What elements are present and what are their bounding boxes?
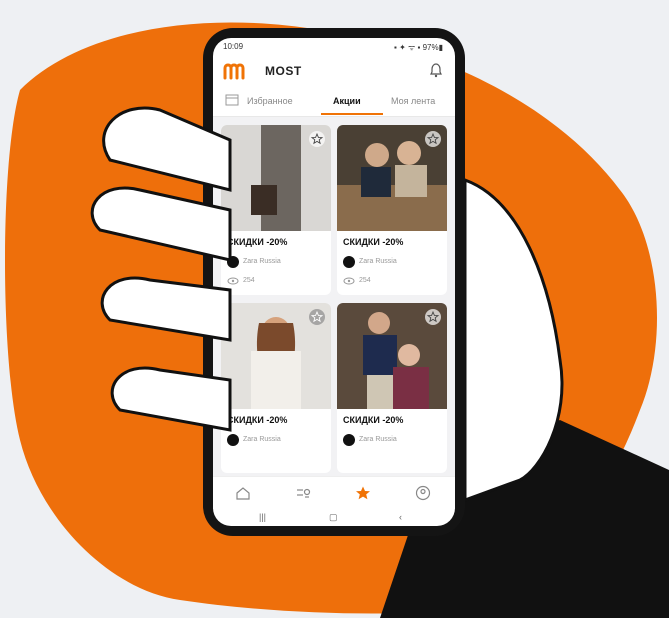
card-title: СКИДКИ -20%: [227, 237, 288, 247]
promo-card[interactable]: СКИДКИ -20% Zara Russia: [337, 303, 447, 473]
tab-my-feed[interactable]: Моя лента: [391, 96, 435, 106]
bell-icon[interactable]: [427, 61, 445, 79]
home-button[interactable]: ▢: [329, 512, 338, 523]
promo-card[interactable]: СКИДКИ -20% Zara Russia 254: [337, 125, 447, 295]
card-title: СКИДКИ -20%: [227, 415, 288, 425]
promo-card[interactable]: СКИДКИ -20% Zara Russia 254: [221, 125, 331, 295]
eye-icon: [227, 277, 239, 285]
status-time: 10:09: [223, 42, 244, 51]
brand-logo: [343, 256, 355, 268]
brand-name-label: Zara Russia: [243, 436, 281, 443]
tab-bar: Избранное Акции Моя лента: [213, 86, 455, 117]
active-tab-indicator: [321, 113, 383, 115]
favorites-tab-icon: [225, 94, 239, 106]
tab-favorites[interactable]: Избранное: [247, 96, 293, 106]
tab-promotions[interactable]: Акции: [333, 96, 361, 106]
phone-screen: 10:09 ▪ ✦ ᯤ ▪ 97%▮ MOST Избранное Акции …: [213, 38, 455, 526]
star-favorite-icon[interactable]: [425, 309, 441, 325]
profile-icon[interactable]: [415, 485, 431, 501]
back-button[interactable]: ‹: [399, 512, 402, 522]
card-title: СКИДКИ -20%: [343, 415, 404, 425]
brand-name-label: Zara Russia: [359, 436, 397, 443]
promo-card[interactable]: СКИДКИ -20% Zara Russia: [221, 303, 331, 473]
status-bar: 10:09 ▪ ✦ ᯤ ▪ 97%▮: [213, 38, 455, 54]
recents-button[interactable]: |||: [259, 512, 266, 522]
promotions-feed[interactable]: СКИДКИ -20% Zara Russia 254 СКИДКИ -20% …: [213, 117, 455, 477]
brand-name-label: Zara Russia: [359, 258, 397, 265]
brand-logo: [343, 434, 355, 446]
system-navigation: ||| ▢ ‹: [213, 510, 455, 526]
app-bar: MOST: [213, 56, 455, 86]
search-people-icon[interactable]: [295, 485, 311, 501]
star-favorite-icon[interactable]: [309, 131, 325, 147]
brand-logo: [227, 434, 239, 446]
bottom-navigation: [213, 476, 455, 509]
star-favorite-icon[interactable]: [425, 131, 441, 147]
brand-logo: [227, 256, 239, 268]
view-count: 254: [359, 277, 371, 284]
brand-name-label: Zara Russia: [243, 258, 281, 265]
star-icon[interactable]: [355, 485, 371, 501]
m-logo-icon[interactable]: [223, 62, 259, 80]
card-title: СКИДКИ -20%: [343, 237, 404, 247]
status-icons: ▪ ✦ ᯤ ▪ 97%▮: [394, 43, 443, 52]
eye-icon: [343, 277, 355, 285]
star-favorite-icon[interactable]: [309, 309, 325, 325]
view-count: 254: [243, 277, 255, 284]
home-icon[interactable]: [235, 485, 251, 501]
brand-name: MOST: [265, 64, 302, 78]
